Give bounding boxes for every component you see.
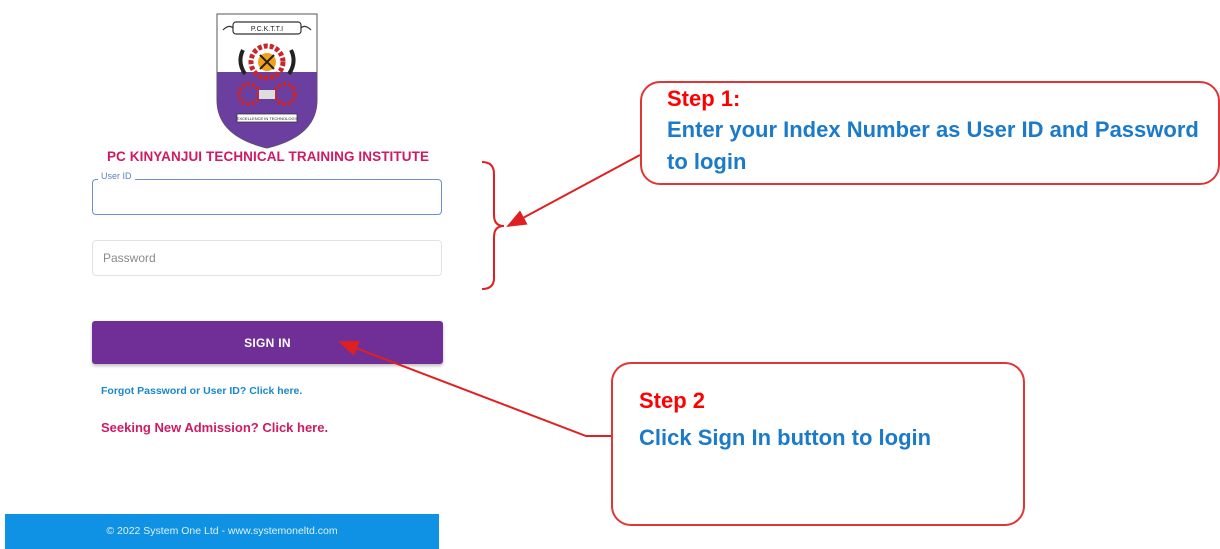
step2-arrow xyxy=(338,340,611,437)
annotation-overlay xyxy=(338,154,641,437)
step1-arrow xyxy=(506,154,641,227)
input-brace xyxy=(481,161,505,290)
